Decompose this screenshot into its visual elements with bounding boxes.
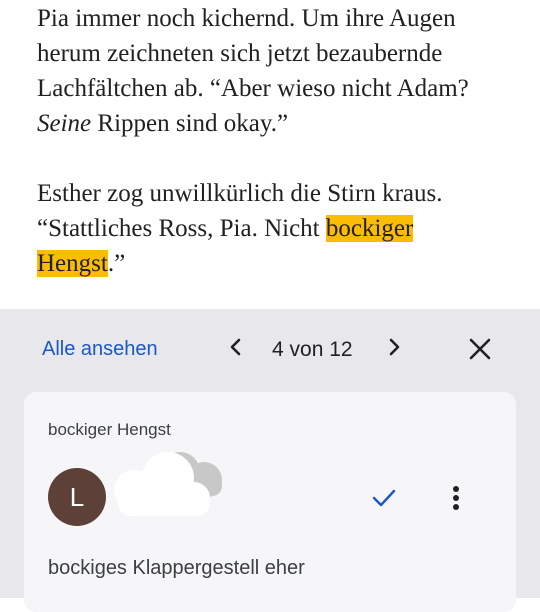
- doc-line-text: “Stattliches Ross, Pia. Nicht: [37, 215, 326, 242]
- resolve-comment-button[interactable]: [368, 484, 400, 516]
- chevron-right-icon: [386, 337, 402, 362]
- comment-counter: 4 von 12: [272, 338, 353, 361]
- doc-line: Hengst.”: [37, 246, 125, 281]
- chevron-left-icon: [228, 337, 244, 362]
- doc-line-rest: .”: [107, 250, 126, 277]
- close-comments-button[interactable]: [464, 335, 496, 367]
- doc-line-rest: Rippen sind okay.”: [91, 110, 289, 137]
- doc-line: “Stattliches Ross, Pia. Nicht bockiger: [37, 211, 414, 246]
- comments-toolbar: Alle ansehen 4 von 12: [0, 309, 540, 393]
- more-options-button[interactable]: [444, 484, 468, 516]
- doc-line: Seine Rippen sind okay.”: [37, 106, 288, 141]
- doc-line: Esther zog unwillkürlich die Stirn kraus…: [37, 180, 443, 207]
- close-icon: [468, 337, 492, 366]
- italic-word: Seine: [37, 110, 92, 137]
- see-all-link[interactable]: Alle ansehen: [42, 338, 158, 361]
- previous-comment-button[interactable]: [222, 335, 250, 363]
- doc-line: Lachfältchen ab. “Aber wieso nicht Adam?: [37, 75, 469, 102]
- quoted-text: bockiger Hengst: [48, 420, 171, 439]
- more-vertical-icon: [452, 485, 460, 516]
- highlighted-comment-anchor[interactable]: bockiger: [325, 215, 414, 242]
- comments-panel: Alle ansehen 4 von 12 bockiger Hengst L: [0, 309, 540, 612]
- document-body: Pia immer noch kichernd. Um ihre Augen h…: [0, 0, 540, 309]
- comment-card[interactable]: bockiger Hengst L bockiges Klappergestel…: [24, 392, 516, 612]
- check-icon: [371, 487, 397, 514]
- doc-line: Pia immer noch kichernd. Um ihre Augen: [37, 5, 456, 32]
- highlighted-comment-anchor[interactable]: Hengst: [37, 250, 108, 277]
- doc-line: herum zeichneten sich jetzt bezaubernde: [37, 40, 443, 67]
- next-comment-button[interactable]: [380, 335, 408, 363]
- cloud-icon: [96, 446, 236, 531]
- comment-text: bockiges Klappergestell eher: [48, 557, 305, 579]
- avatar-initial: L: [69, 481, 85, 512]
